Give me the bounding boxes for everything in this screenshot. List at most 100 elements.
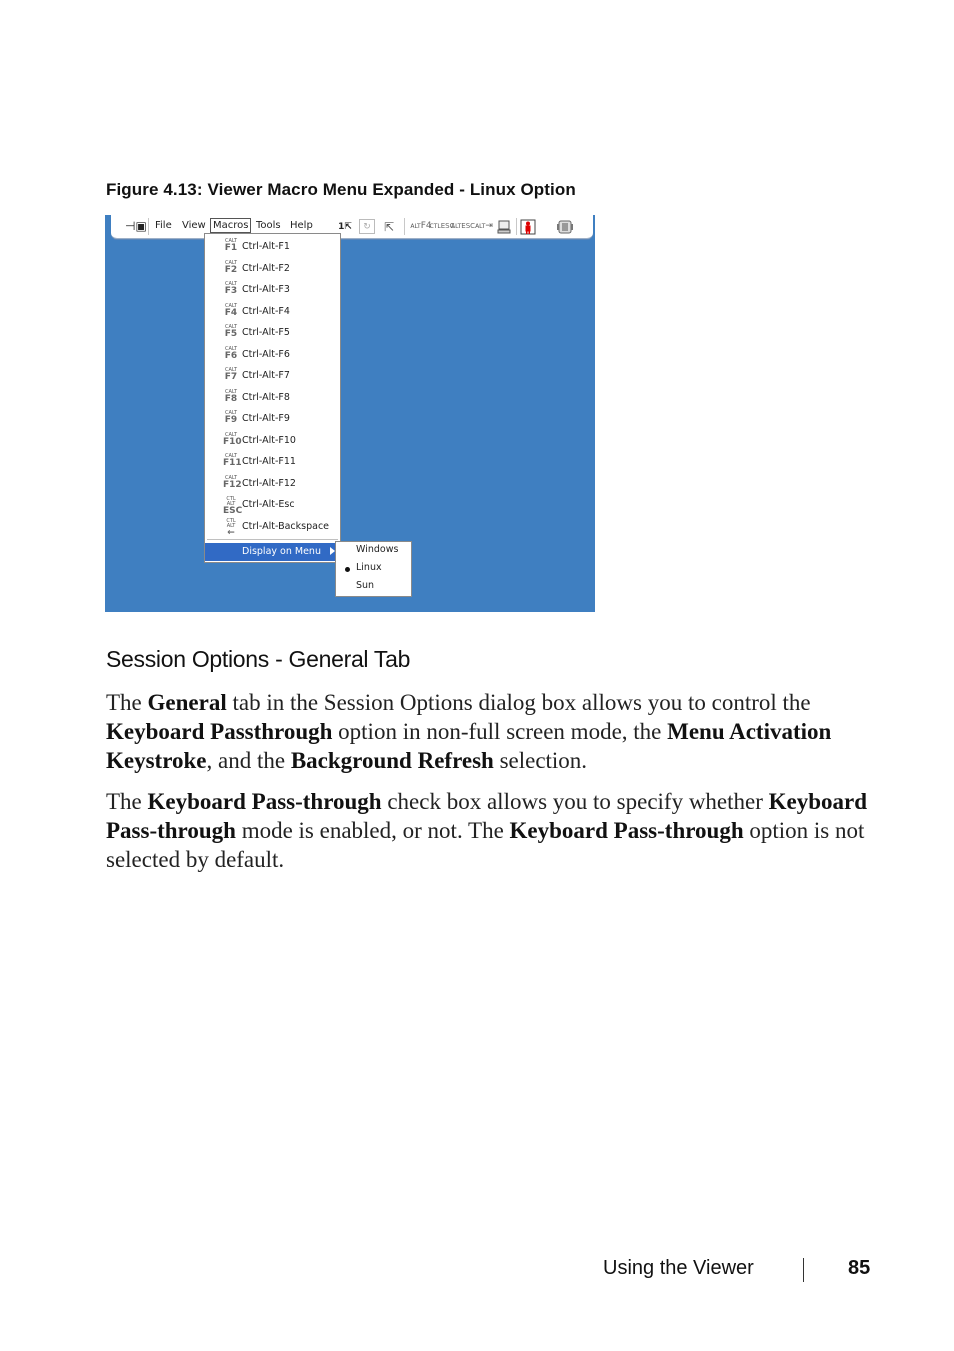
section-heading: Session Options - General Tab (106, 646, 411, 672)
battery-icon[interactable] (556, 218, 574, 235)
menu-file[interactable]: File (155, 220, 172, 232)
menu-item-ctrl-alt-f6[interactable]: CALT F6 Ctrl-Alt-F6 (205, 344, 340, 365)
footer-chapter: Using the Viewer (603, 1257, 754, 1279)
term-keyboard-pass-through: Keyboard Pass-through (509, 818, 744, 843)
keycap-icon: CALT F4 (223, 303, 239, 318)
submenu-item-linux[interactable]: Linux (336, 560, 411, 578)
menu-item-ctrl-alt-backspace[interactable]: CTL ALT ← Ctrl-Alt-Backspace (205, 516, 340, 537)
keycap-icon: CTL ALT ← (223, 517, 239, 538)
text: , and the (206, 748, 291, 773)
keycap-bottom: F5 (224, 329, 238, 339)
key-top-label: CTL (429, 222, 441, 230)
text: option in non-full screen mode, the (332, 719, 668, 744)
computer-icon[interactable] (496, 218, 512, 235)
keycap-top: CTL ALT (226, 517, 236, 529)
text: tab in the Session Options dialog box al… (226, 690, 811, 715)
alt-f4-button[interactable]: ALT F4 (410, 218, 431, 235)
display-on-menu-item[interactable]: Display on Menu (205, 543, 340, 561)
refresh-icon[interactable]: ↻ (359, 219, 375, 234)
keycap-icon: CALT F8 (223, 389, 239, 404)
text: mode is enabled, or not. The (235, 818, 510, 843)
alt-tab-button[interactable]: ALT ⇥ (475, 218, 493, 235)
submenu-item-windows[interactable]: Windows (336, 542, 411, 560)
alt-esc-button[interactable]: ALT ESC (451, 218, 475, 235)
keycap-bottom: F11 (223, 458, 242, 468)
keycap-icon: CTL ALT ESC (223, 497, 242, 516)
key-top-label: ALT (410, 222, 421, 230)
term-keyboard-passthrough: Keyboard Passthrough (106, 719, 333, 744)
term-keyboard-pass-through: Keyboard Pass-through (147, 789, 382, 814)
toolbar-divider (148, 218, 149, 235)
submenu-item-label: Sun (356, 580, 375, 591)
keycap-bottom: F9 (224, 415, 238, 425)
keycap-icon: CALT F7 (223, 368, 239, 382)
menu-item-label: Ctrl-Alt-Esc (242, 499, 295, 510)
menu-item-ctrl-alt-f10[interactable]: CALT F10 Ctrl-Alt-F10 (205, 430, 340, 451)
text: check box allows you to specify whether (381, 789, 769, 814)
key-bottom-label: ESC (461, 222, 476, 230)
keycap-bottom: ← (227, 527, 235, 538)
menu-item-ctrl-alt-f9[interactable]: CALT F9 Ctrl-Alt-F9 (205, 408, 340, 429)
menu-item-label: Ctrl-Alt-F9 (242, 413, 290, 424)
menu-item-label: Ctrl-Alt-Backspace (242, 520, 330, 532)
keycap-bottom: F6 (224, 350, 238, 361)
term-general: General (147, 690, 227, 715)
menu-item-ctrl-alt-f4[interactable]: CALT F4 Ctrl-Alt-F4 (205, 301, 340, 322)
keycap-icon: CALT F2 (223, 260, 239, 275)
keycap-icon: CALT F9 (223, 411, 239, 425)
keycap-bottom: F10 (223, 436, 242, 447)
menu-item-ctrl-alt-esc[interactable]: CTL ALT ESC Ctrl-Alt-Esc (205, 494, 340, 516)
keycap-icon: CALT F1 (223, 239, 239, 253)
pin-icon[interactable]: ⊣▣ (125, 220, 147, 232)
menu-item-ctrl-alt-f7[interactable]: CALT F7 Ctrl-Alt-F7 (205, 365, 340, 386)
paragraph-general-tab: The General tab in the Session Options d… (106, 688, 876, 775)
submenu-item-label: Windows (356, 544, 399, 555)
keycap-bottom: F12 (223, 479, 242, 490)
text: selection. (493, 748, 588, 773)
key-bottom-label: ⇥ (485, 221, 493, 231)
menu-item-label: Ctrl-Alt-F8 (242, 391, 290, 403)
submenu-item-sun[interactable]: Sun (336, 578, 411, 596)
display-on-menu-submenu: Windows Linux Sun (335, 541, 412, 597)
menu-help[interactable]: Help (290, 220, 313, 232)
menu-item-ctrl-alt-f3[interactable]: CALT F3 Ctrl-Alt-F3 (205, 279, 340, 300)
align-cursor-icon[interactable]: ⇱ (381, 218, 397, 235)
menu-item-ctrl-alt-f5[interactable]: CALT F5 Ctrl-Alt-F5 (205, 322, 340, 343)
figure-caption: Figure 4.13: Viewer Macro Menu Expanded … (106, 180, 576, 199)
menu-item-ctrl-alt-f1[interactable]: CALT F1 Ctrl-Alt-F1 (205, 236, 340, 257)
text: The (106, 789, 148, 814)
menu-item-label: Ctrl-Alt-F1 (242, 241, 290, 252)
paragraph-keyboard-passthrough: The Keyboard Pass-through check box allo… (106, 787, 876, 874)
page-number: 85 (848, 1257, 871, 1279)
menu-tools[interactable]: Tools (256, 220, 281, 232)
menu-item-label: Ctrl-Alt-F5 (242, 327, 290, 338)
menu-item-ctrl-alt-f11[interactable]: CALT F11 Ctrl-Alt-F11 (205, 451, 340, 472)
ctl-esc-button[interactable]: CTL ESC (430, 218, 455, 235)
keycap-bottom: F1 (224, 243, 238, 253)
menu-item-ctrl-alt-f8[interactable]: CALT F8 Ctrl-Alt-F8 (205, 387, 340, 408)
menu-item-ctrl-alt-f12[interactable]: CALT F12 Ctrl-Alt-F12 (205, 473, 340, 494)
macros-menu: Display on Menu CALT F1 Ctrl-Alt-F1 CALT F2 C… (204, 233, 341, 563)
keycap-icon: CALT F10 (223, 432, 242, 447)
menu-divider (207, 539, 338, 540)
person-icon[interactable] (520, 218, 536, 235)
toolbar-divider (404, 218, 405, 235)
keycap-icon: CALT F11 (223, 454, 242, 468)
menu-macros[interactable]: Macros (210, 218, 252, 233)
menu-view[interactable]: View (182, 220, 206, 232)
footer-divider (803, 1258, 804, 1282)
selected-bullet-icon (345, 567, 350, 572)
keycap-bottom: F3 (224, 286, 238, 296)
viewer-screenshot: ⊣▣ File View Macros Tools Help 1⇱ ↻ ⇱ AL… (105, 215, 595, 612)
menu-item-ctrl-alt-f2[interactable]: CALT F2 Ctrl-Alt-F2 (205, 258, 340, 279)
term-background-refresh: Background Refresh (290, 748, 494, 773)
text: The (106, 690, 148, 715)
menu-item-label: Ctrl-Alt-F10 (242, 434, 296, 446)
keycap-bottom: F4 (224, 307, 238, 318)
toolbar-divider (516, 218, 517, 235)
menu-item-label: Ctrl-Alt-F2 (242, 262, 290, 274)
display-on-menu-label: Display on Menu (242, 546, 321, 557)
menu-item-label: Ctrl-Alt-F4 (242, 305, 290, 317)
menu-item-label: Ctrl-Alt-F12 (242, 477, 296, 489)
menu-item-label: Ctrl-Alt-F7 (242, 370, 290, 381)
